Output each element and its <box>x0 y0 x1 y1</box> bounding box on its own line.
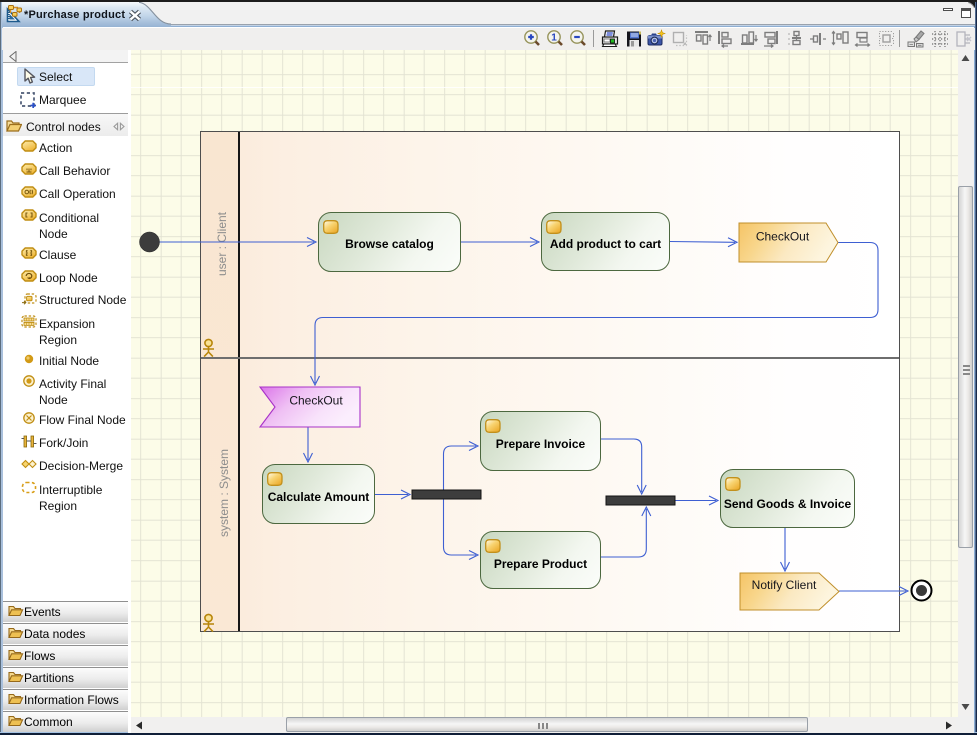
svg-text:CheckOut: CheckOut <box>289 394 343 408</box>
svg-text:Notify Client: Notify Client <box>752 578 817 592</box>
svg-text:1: 1 <box>551 33 557 44</box>
svg-text:CheckOut: CheckOut <box>756 230 810 244</box>
